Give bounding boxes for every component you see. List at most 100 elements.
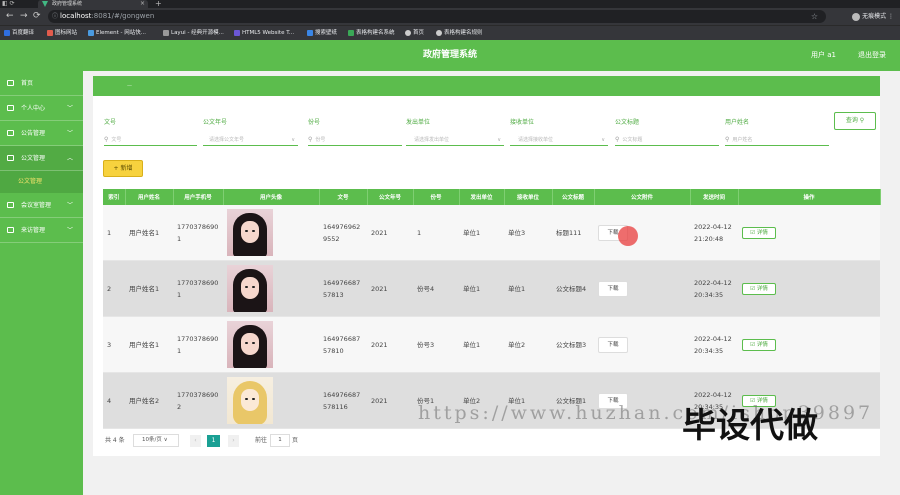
sidebar-item-label: 公文管理	[21, 155, 46, 162]
user-icon	[7, 105, 14, 111]
logout-button[interactable]: 退出登录	[858, 40, 886, 71]
home-icon	[7, 80, 14, 86]
chevron-down-icon: ﹀	[66, 105, 73, 112]
search-icon: ⚲	[615, 136, 620, 143]
sidebar-item-label: 首页	[21, 80, 34, 87]
sidebar-item-meeting-room[interactable]: 会议室管理 ﹀	[0, 193, 83, 218]
sidebar-item-label: 会议室管理	[21, 202, 52, 209]
avatar	[227, 377, 273, 424]
browser-tab[interactable]: 政府管理系统 ×	[38, 0, 148, 8]
cell-time: 2022-04-12 21:20:48	[690, 205, 738, 261]
bookmark-item[interactable]: Layui - 经典开源模...	[163, 29, 224, 38]
cell-from: 单位1	[459, 316, 504, 373]
address-bar-row: ← → ⟳ ⓘ localhost:8081/#/gongwen ☆ 无痕模式 …	[0, 8, 900, 25]
cell-fenhao: 份号4	[413, 260, 459, 317]
chevron-down-icon: ∨	[497, 137, 501, 143]
filter-label-wenhao: 文号	[104, 119, 117, 126]
profile-button[interactable]: 无痕模式 ⋮	[850, 10, 894, 23]
filter-label-fawen: 发出单位	[406, 119, 431, 126]
bookmark-star-icon[interactable]: ☆	[811, 10, 818, 23]
bookmark-item[interactable]: Element - 网站快...	[88, 29, 146, 38]
cell-to: 单位3	[504, 205, 552, 261]
filter-label-yonghu: 用户姓名	[725, 119, 750, 126]
watermark-text: 毕设代做	[682, 406, 818, 446]
url-input[interactable]: ⓘ localhost:8081/#/gongwen ☆	[48, 10, 826, 23]
cell-wenhao: 164976687 57810	[319, 316, 367, 373]
cell-phone: 17703786901	[173, 316, 223, 373]
window-controls[interactable]: ◧ ⟳	[2, 0, 15, 8]
current-user: 用户 a1	[811, 51, 836, 59]
column-header: 操作	[738, 189, 881, 205]
cell-name: 用户姓名1	[125, 205, 173, 261]
cell-year: 2021	[367, 205, 413, 261]
cell-phone: 17703786901	[173, 260, 223, 317]
bookmark-item[interactable]: 百度翻译	[4, 29, 34, 38]
cell-wenhao: 1649769629552	[319, 205, 367, 261]
new-tab-icon[interactable]: +	[155, 0, 162, 8]
download-button[interactable]: 下载	[598, 336, 628, 353]
sidebar-item-visit[interactable]: 来访管理 ﹀	[0, 218, 83, 243]
detail-button[interactable]: ☑ 详情	[742, 227, 776, 239]
filter-input-biaoti[interactable]: ⚲ 公文标题	[615, 134, 719, 146]
sidebar-item-home[interactable]: 首页	[0, 71, 83, 96]
cell-wenhao: 164976687 57813	[319, 260, 367, 317]
cell-attachment: 下载	[594, 316, 690, 373]
cell-name: 用户姓名2	[125, 372, 173, 429]
goto-page-input[interactable]: 1	[270, 434, 290, 447]
bookmark-item[interactable]: 图标网站	[47, 29, 77, 38]
page-number-current[interactable]: 1	[207, 435, 220, 447]
cell-from: 单位1	[459, 260, 504, 317]
download-button[interactable]: 下载	[598, 280, 628, 297]
cell-actions: ☑ 详情	[738, 316, 880, 373]
bookmark-icon	[4, 29, 10, 36]
bookmark-icon	[348, 29, 354, 36]
bookmark-item[interactable]: 首页	[405, 29, 424, 38]
sidebar-item-profile[interactable]: 个人中心 ﹀	[0, 96, 83, 121]
detail-button[interactable]: ☑ 详情	[742, 283, 776, 295]
sidebar-item-document[interactable]: 公文管理 ︿	[0, 146, 83, 171]
filter-select-jieshou[interactable]: 请选择接收单位 ∨	[510, 134, 608, 146]
back-icon[interactable]: ←	[6, 10, 14, 23]
bookmark-item[interactable]: 表格构建名系统	[348, 29, 395, 38]
filter-select-year[interactable]: 请选择公文年号 ∨	[203, 134, 298, 146]
sidebar-subitem-document[interactable]: 公文管理	[0, 171, 83, 193]
page-size-select[interactable]: 10条/页 ∨	[133, 434, 179, 447]
prev-page-button[interactable]: ‹	[190, 435, 201, 447]
table-row: 2 用户姓名1 17703786901 164976687 57813 2021…	[103, 260, 880, 317]
cell-avatar	[223, 372, 319, 429]
close-icon[interactable]: ×	[140, 0, 145, 8]
filter-select-fawen[interactable]: 请选择发出单位 ∨	[406, 134, 504, 146]
profile-label: 无痕模式	[862, 13, 887, 20]
forward-icon[interactable]: →	[20, 10, 28, 23]
bookmark-item[interactable]: HTML5 Website T...	[234, 29, 294, 38]
globe-icon	[436, 29, 442, 36]
sidebar-item-label: 来访管理	[21, 227, 46, 234]
bookmark-item[interactable]: 表格构建名规则	[436, 29, 483, 38]
cell-actions: ☑ 详情	[738, 260, 880, 317]
add-button[interactable]: + 新增	[103, 160, 143, 177]
vue-favicon-icon	[42, 1, 48, 7]
globe-icon	[405, 29, 411, 36]
filter-label-jieshou: 接收单位	[510, 119, 535, 126]
sidebar-item-label: 公告管理	[21, 130, 46, 137]
filter-input-fenhao[interactable]: ⚲ 份号	[308, 134, 402, 146]
browser-tab-strip: ◧ ⟳ 政府管理系统 × +	[0, 0, 900, 8]
bookmark-icon	[88, 29, 94, 36]
filter-input-wenhao[interactable]: ⚲ 文号	[104, 134, 197, 146]
cell-avatar	[223, 205, 319, 261]
cell-time: 2022-04-12 20:34:35	[690, 316, 738, 373]
bookmark-item[interactable]: 搜索壁纸	[307, 29, 337, 38]
reload-icon[interactable]: ⟳	[33, 10, 41, 23]
filter-input-yonghu[interactable]: ⚲ 用户姓名	[725, 134, 829, 146]
browser-tab-title: 政府管理系统	[52, 1, 83, 7]
next-page-button[interactable]: ›	[228, 435, 239, 447]
chevron-down-icon: ﹀	[66, 130, 73, 137]
breadcrumb-bar: —	[93, 76, 880, 96]
column-header: 份号	[413, 189, 460, 205]
search-icon: ⚲	[308, 136, 313, 143]
chevron-down-icon: ∨	[291, 137, 295, 143]
query-button[interactable]: 查询 ⚲	[834, 112, 876, 130]
column-header: 公文附件	[594, 189, 691, 205]
detail-button[interactable]: ☑ 详情	[742, 339, 776, 351]
sidebar-item-notice[interactable]: 公告管理 ﹀	[0, 121, 83, 146]
